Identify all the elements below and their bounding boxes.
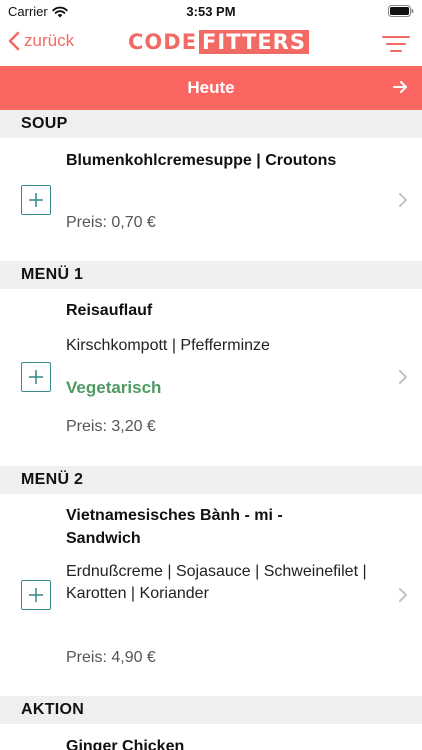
filter-icon[interactable] [382, 34, 410, 54]
menu-item-soup[interactable]: Blumenkohlcremesuppe | Croutons Preis: 0… [0, 138, 422, 261]
battery-icon [388, 5, 414, 17]
section-header-menu-2: MENÜ 2 [0, 466, 422, 494]
item-title: Ginger Chicken [66, 738, 185, 750]
item-sides: Kirschkompott | Pfefferminze [66, 337, 270, 354]
day-label: Heute [187, 78, 235, 97]
menu-item-menu-2[interactable]: Vietnamesisches Bành - mi - Sandwich Erd… [0, 494, 422, 696]
day-banner: Heute [0, 66, 422, 110]
chevron-left-icon [8, 31, 20, 51]
plus-icon [29, 588, 43, 602]
plus-icon [29, 193, 43, 207]
back-button[interactable]: zurück [8, 31, 74, 51]
add-button[interactable] [21, 362, 51, 392]
navigation-bar: zurück CODE FITTERS [0, 22, 422, 66]
add-button[interactable] [21, 580, 51, 610]
chevron-right-icon [399, 193, 407, 207]
status-time: 3:53 PM [186, 4, 236, 19]
section-header-soup: SOUP [0, 110, 422, 138]
codefitters-logo: CODE FITTERS [128, 29, 309, 54]
section-title: MENÜ 1 [21, 266, 84, 283]
section-title: AKTION [21, 701, 85, 718]
item-title: Blumenkohlcremesuppe | Croutons [66, 152, 337, 169]
section-header-menu-1: MENÜ 1 [0, 261, 422, 289]
logo-part-fitters: FITTERS [199, 29, 309, 54]
add-button[interactable] [21, 185, 51, 215]
chevron-right-icon [399, 588, 407, 602]
vegetarian-tag: Vegetarisch [66, 378, 162, 397]
logo-part-code: CODE [128, 29, 198, 54]
back-label: zurück [24, 31, 75, 50]
arrow-right-icon[interactable] [392, 79, 408, 95]
item-price: Preis: 4,90 € [66, 649, 156, 666]
item-price: Preis: 0,70 € [66, 214, 156, 231]
section-title: SOUP [21, 115, 68, 132]
menu-item-menu-1[interactable]: Reisauflauf Kirschkompott | Pfefferminze… [0, 289, 422, 466]
item-title: Reisauflauf [66, 302, 153, 319]
status-bar: Carrier 3:53 PM [0, 0, 422, 22]
item-sides: Erdnußcreme | Sojasauce | Schweinefilet … [66, 563, 367, 602]
chevron-right-icon [399, 370, 407, 384]
item-price: Preis: 3,20 € [66, 418, 156, 435]
menu-item-aktion[interactable]: Ginger Chicken [0, 724, 422, 750]
item-title: Vietnamesisches Bành - mi - Sandwich [66, 507, 283, 547]
plus-icon [29, 370, 43, 384]
section-header-aktion: AKTION [0, 696, 422, 724]
section-title: MENÜ 2 [21, 471, 84, 488]
